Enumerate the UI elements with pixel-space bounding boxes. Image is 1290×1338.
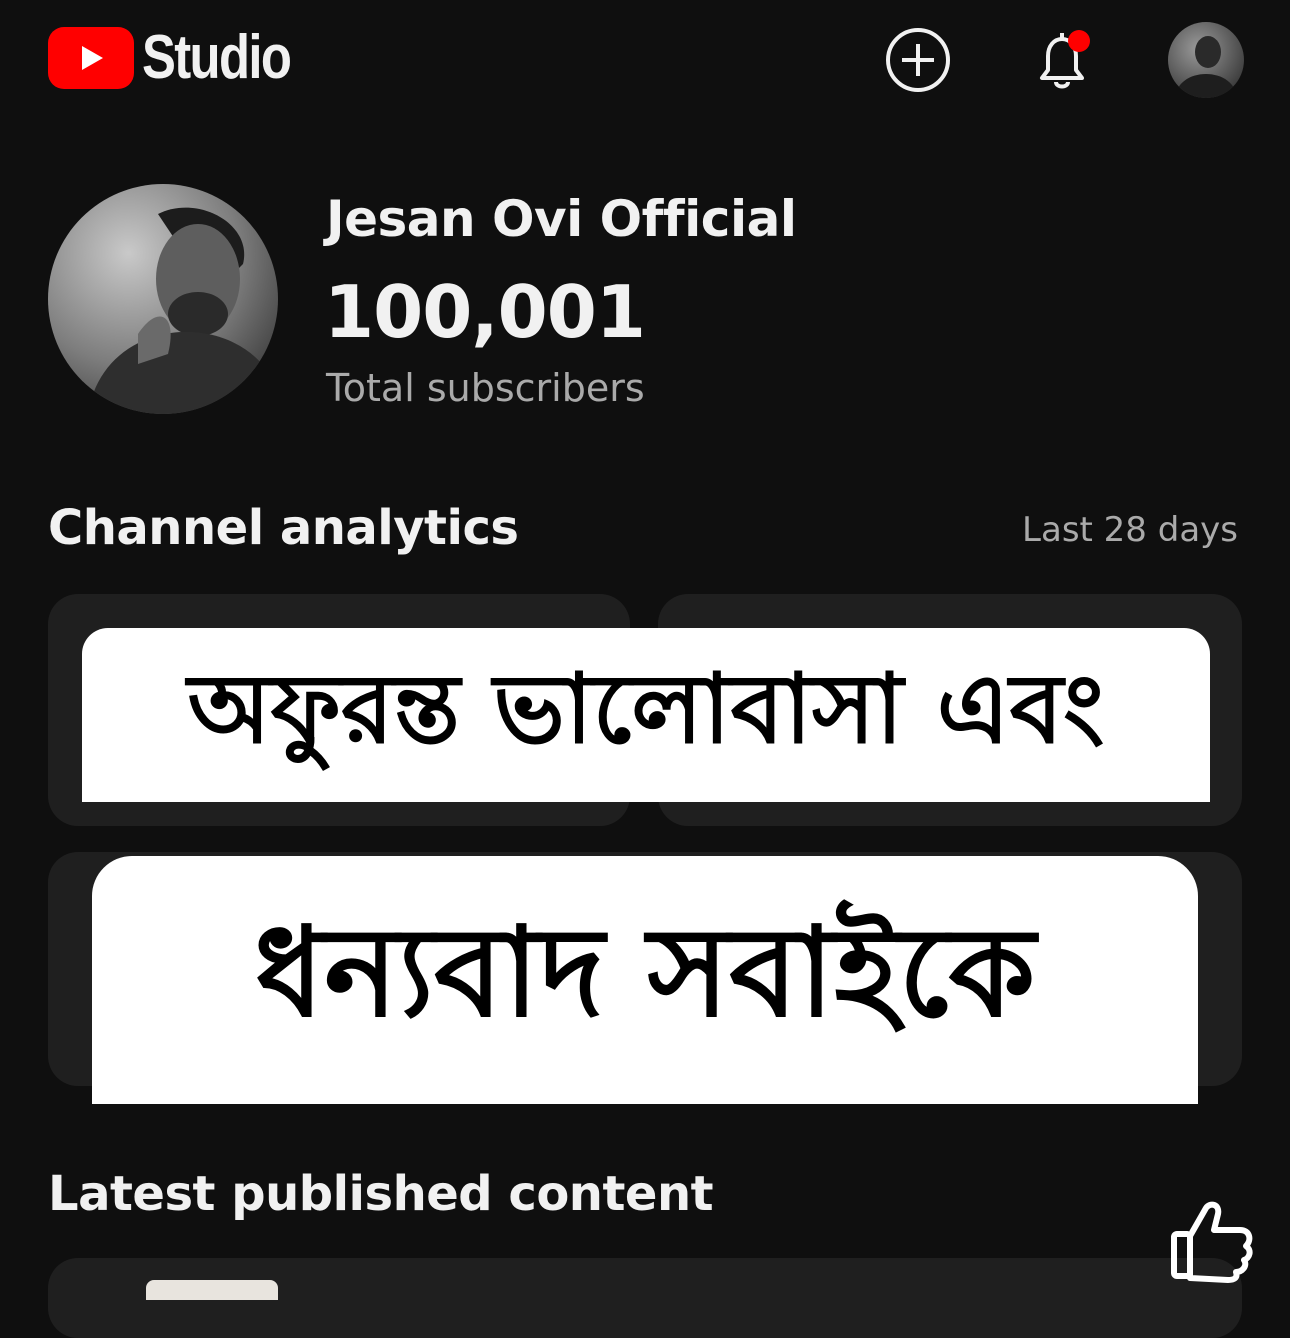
channel-avatar[interactable] xyxy=(48,184,278,414)
app-name: Studio xyxy=(142,23,292,92)
channel-photo xyxy=(48,184,278,414)
subscriber-label: Total subscribers xyxy=(326,366,645,410)
latest-content-thumbnail[interactable] xyxy=(146,1280,278,1300)
plus-circle-icon xyxy=(886,28,950,92)
youtube-play-icon xyxy=(48,27,134,89)
thumbs-up-icon xyxy=(1171,1201,1253,1283)
overlay-banner-line-1: অফুরন্ত ভালোবাসা এবং xyxy=(82,628,1210,802)
create-button[interactable] xyxy=(884,26,952,94)
account-avatar[interactable] xyxy=(1168,22,1244,98)
avatar xyxy=(1168,22,1244,98)
latest-content-title: Latest published content xyxy=(48,1166,714,1222)
notification-dot xyxy=(1068,30,1090,52)
notifications-button[interactable] xyxy=(1026,24,1098,96)
bell-icon xyxy=(1040,30,1090,89)
analytics-title: Channel analytics xyxy=(48,500,519,556)
studio-logo[interactable]: Studio xyxy=(48,26,323,90)
channel-name[interactable]: Jesan Ovi Official xyxy=(326,190,797,248)
date-range-label: Last 28 days xyxy=(1022,510,1238,550)
like-button[interactable] xyxy=(1166,1196,1258,1286)
subscriber-count: 100,001 xyxy=(324,270,646,354)
overlay-banner-line-2: ধন্যবাদ সবাইকে xyxy=(92,856,1198,1104)
